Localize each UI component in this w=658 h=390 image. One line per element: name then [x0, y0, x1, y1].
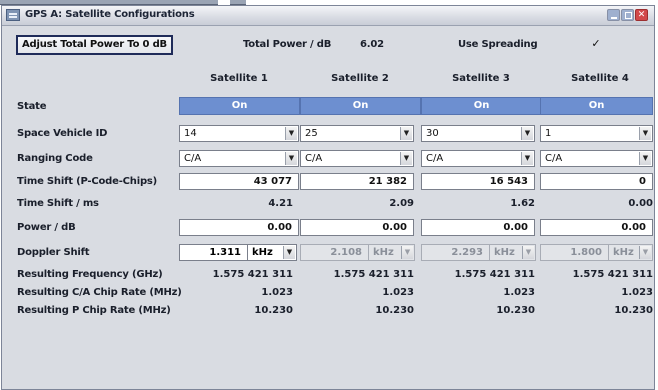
satellite-2-timeshift-input[interactable]: 21 382: [300, 173, 414, 190]
row-label-timeshift-chips: Time Shift (P-Code-Chips): [17, 176, 158, 187]
satellite-2-power-input[interactable]: 0.00: [300, 219, 414, 236]
satellite-4-timeshift-input[interactable]: 0: [540, 173, 653, 190]
satellite-3-svid-select[interactable]: 30 ▼: [421, 125, 535, 142]
satellite-3-timeshift-input[interactable]: 16 543: [421, 173, 535, 190]
satellite-2-res-ca: 1.023: [382, 287, 414, 298]
satellite-3-doppler-input: 2.293: [421, 244, 490, 261]
satellite-3-timeshift-ms: 1.62: [510, 198, 535, 209]
row-label-timeshift-ms: Time Shift / ms: [17, 198, 99, 209]
satellite-3-power-input[interactable]: 0.00: [421, 219, 535, 236]
satellite-2-doppler-unit-select: kHz ▼: [368, 244, 415, 261]
app-icon: [6, 9, 20, 21]
minimize-icon[interactable]: [607, 9, 620, 21]
satellite-1-res-p: 10.230: [254, 305, 293, 316]
satellite-1-doppler-unit-select[interactable]: kHz ▼: [247, 244, 297, 261]
satellite-1-res-freq: 1.575 421 311: [212, 269, 293, 280]
satellite-1-doppler-input[interactable]: 1.311: [179, 244, 248, 261]
chevron-down-icon: ▼: [522, 246, 534, 259]
satellite-4-timeshift-ms: 0.00: [628, 198, 653, 209]
chevron-down-icon: ▼: [639, 246, 651, 259]
satellite-1-power-input[interactable]: 0.00: [179, 219, 299, 236]
satellite-config-window: GPS A: Satellite Configurations ✕ Adjust…: [1, 5, 655, 390]
chevron-down-icon: ▼: [401, 246, 413, 259]
satellite-4-header: Satellite 4: [571, 73, 629, 84]
satellite-4-res-freq: 1.575 421 311: [572, 269, 653, 280]
satellite-4-res-p: 10.230: [614, 305, 653, 316]
satellite-2-res-p: 10.230: [375, 305, 414, 316]
adjust-total-power-button[interactable]: Adjust Total Power To 0 dB: [16, 35, 173, 55]
use-spreading-label: Use Spreading: [458, 39, 538, 50]
satellite-1-state-button[interactable]: On: [179, 97, 300, 115]
satellite-2-ranging-select[interactable]: C/A ▼: [300, 150, 414, 167]
title-bar[interactable]: GPS A: Satellite Configurations ✕: [2, 6, 654, 26]
satellite-3-res-p: 10.230: [496, 305, 535, 316]
chevron-down-icon[interactable]: ▼: [521, 152, 533, 165]
satellite-4-doppler-unit-select: kHz ▼: [608, 244, 653, 261]
row-label-res-ca: Resulting C/A Chip Rate (MHz): [17, 287, 182, 298]
total-power-label: Total Power / dB: [243, 39, 332, 50]
satellite-1-svid-select[interactable]: 14 ▼: [179, 125, 299, 142]
row-label-state: State: [17, 101, 47, 112]
satellite-4-svid-select[interactable]: 1 ▼: [540, 125, 653, 142]
window-title: GPS A: Satellite Configurations: [25, 9, 195, 20]
satellite-2-timeshift-ms: 2.09: [389, 198, 414, 209]
satellite-4-doppler-input: 1.800: [540, 244, 609, 261]
satellite-3-ranging-select[interactable]: C/A ▼: [421, 150, 535, 167]
satellite-2-res-freq: 1.575 421 311: [333, 269, 414, 280]
close-icon[interactable]: ✕: [635, 9, 648, 21]
row-label-svid: Space Vehicle ID: [17, 128, 108, 139]
satellite-1-ranging-select[interactable]: C/A ▼: [179, 150, 299, 167]
satellite-1-timeshift-input[interactable]: 43 077: [179, 173, 299, 190]
satellite-2-header: Satellite 2: [331, 73, 389, 84]
chevron-down-icon[interactable]: ▼: [285, 127, 297, 140]
satellite-3-res-freq: 1.575 421 311: [454, 269, 535, 280]
chevron-down-icon[interactable]: ▼: [521, 127, 533, 140]
satellite-2-svid-select[interactable]: 25 ▼: [300, 125, 414, 142]
satellite-4-ranging-select[interactable]: C/A ▼: [540, 150, 653, 167]
row-label-doppler: Doppler Shift: [17, 247, 90, 258]
satellite-4-res-ca: 1.023: [621, 287, 653, 298]
chevron-down-icon[interactable]: ▼: [283, 246, 295, 259]
satellite-1-res-ca: 1.023: [261, 287, 293, 298]
satellite-4-state-button[interactable]: On: [540, 97, 653, 115]
satellite-2-state-button[interactable]: On: [300, 97, 421, 115]
chevron-down-icon[interactable]: ▼: [400, 152, 412, 165]
row-label-ranging: Ranging Code: [17, 153, 93, 164]
total-power-value: 6.02: [360, 39, 384, 50]
satellite-4-power-input[interactable]: 0.00: [540, 219, 653, 236]
satellite-3-header: Satellite 3: [452, 73, 510, 84]
use-spreading-checkbox[interactable]: ✓: [590, 38, 602, 50]
satellite-3-res-ca: 1.023: [503, 287, 535, 298]
satellite-1-header: Satellite 1: [210, 73, 268, 84]
satellite-3-state-button[interactable]: On: [421, 97, 542, 115]
row-label-res-p: Resulting P Chip Rate (MHz): [17, 305, 171, 316]
maximize-icon[interactable]: [621, 9, 634, 21]
chevron-down-icon[interactable]: ▼: [639, 152, 651, 165]
row-label-res-freq: Resulting Frequency (GHz): [17, 269, 163, 280]
satellite-1-timeshift-ms: 4.21: [268, 198, 293, 209]
satellite-2-doppler-input: 2.108: [300, 244, 369, 261]
chevron-down-icon[interactable]: ▼: [400, 127, 412, 140]
satellite-3-doppler-unit-select: kHz ▼: [489, 244, 536, 261]
chevron-down-icon[interactable]: ▼: [639, 127, 651, 140]
chevron-down-icon[interactable]: ▼: [285, 152, 297, 165]
row-label-power: Power / dB: [17, 222, 76, 233]
